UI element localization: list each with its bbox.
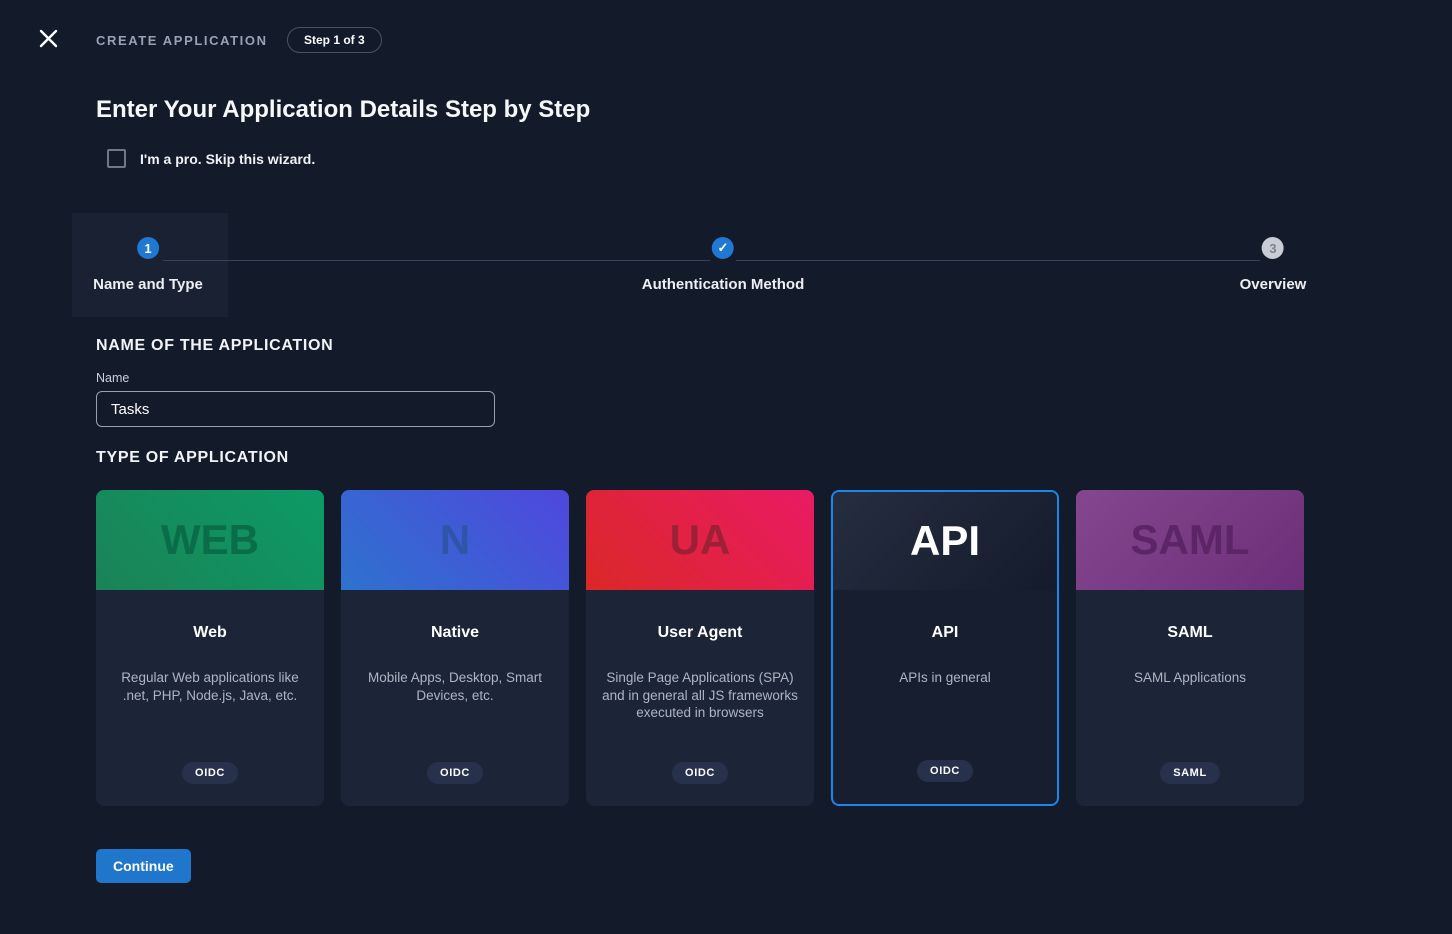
step-badge: Step 1 of 3 [287,27,382,53]
card-title: Native [431,624,479,642]
card-banner: API [833,492,1057,590]
step-label: Authentication Method [642,276,804,293]
card-title: SAML [1167,624,1212,642]
step-badge-label: Step 1 of 3 [304,33,365,47]
card-body: API APIs in general OIDC [833,590,1057,804]
card-body: Web Regular Web applications like .net, … [96,590,324,806]
step-label: Overview [1240,276,1307,293]
card-banner-text: N [440,516,470,564]
card-banner: SAML [1076,490,1304,590]
continue-button[interactable]: Continue [96,849,191,883]
card-banner-text: UA [670,516,731,564]
card-protocol-badge: OIDC [917,760,973,782]
card-body: SAML SAML Applications SAML [1076,590,1304,806]
card-title: Web [193,624,226,642]
card-description: Mobile Apps, Desktop, Smart Devices, etc… [353,669,557,704]
page-title: Enter Your Application Details Step by S… [96,96,590,124]
type-section-heading: TYPE OF APPLICATION [96,449,289,467]
step-name-and-type[interactable]: 1 Name and Type [93,237,203,293]
step-label: Name and Type [93,276,203,293]
type-card-web[interactable]: WEB Web Regular Web applications like .n… [96,490,324,806]
card-description: Single Page Applications (SPA) and in ge… [598,669,802,722]
step-indicator: 1 [137,237,159,259]
type-card-api[interactable]: API API APIs in general OIDC [831,490,1059,806]
skip-wizard-checkbox[interactable] [107,149,126,168]
card-protocol-badge: SAML [1160,762,1220,784]
card-description: SAML Applications [1134,669,1246,687]
card-protocol-badge: OIDC [427,762,483,784]
stepper-connector [736,260,1260,261]
step-authentication-method[interactable]: ✓ Authentication Method [642,237,804,293]
name-section-heading: NAME OF THE APPLICATION [96,337,333,355]
wizard-stepper: 1 Name and Type ✓ Authentication Method … [0,213,1452,317]
card-banner: N [341,490,569,590]
create-application-title: CREATE APPLICATION [96,33,268,48]
type-card-user-agent[interactable]: UA User Agent Single Page Applications (… [586,490,814,806]
card-banner-text: WEB [161,516,259,564]
type-card-saml[interactable]: SAML SAML SAML Applications SAML [1076,490,1304,806]
card-banner: UA [586,490,814,590]
card-body: Native Mobile Apps, Desktop, Smart Devic… [341,590,569,806]
skip-wizard-row: I'm a pro. Skip this wizard. [107,149,315,168]
card-protocol-badge: OIDC [672,762,728,784]
step-overview[interactable]: 3 Overview [1240,237,1307,293]
card-body: User Agent Single Page Applications (SPA… [586,590,814,806]
card-title: User Agent [658,624,743,642]
type-card-native[interactable]: N Native Mobile Apps, Desktop, Smart Dev… [341,490,569,806]
step-indicator: 3 [1262,237,1284,259]
application-type-cards: WEB Web Regular Web applications like .n… [96,490,1304,806]
application-name-input[interactable] [96,391,495,427]
close-icon [39,29,58,51]
name-field-label: Name [96,371,129,385]
card-banner: WEB [96,490,324,590]
card-description: Regular Web applications like .net, PHP,… [108,669,312,704]
card-banner-text: SAML [1131,516,1250,564]
card-description: APIs in general [899,669,991,687]
card-banner-text: API [910,517,980,565]
skip-wizard-label: I'm a pro. Skip this wizard. [140,151,315,167]
card-protocol-badge: OIDC [182,762,238,784]
step-indicator: ✓ [712,237,734,259]
card-title: API [932,624,959,642]
stepper-connector [163,260,710,261]
close-button[interactable] [36,28,60,52]
